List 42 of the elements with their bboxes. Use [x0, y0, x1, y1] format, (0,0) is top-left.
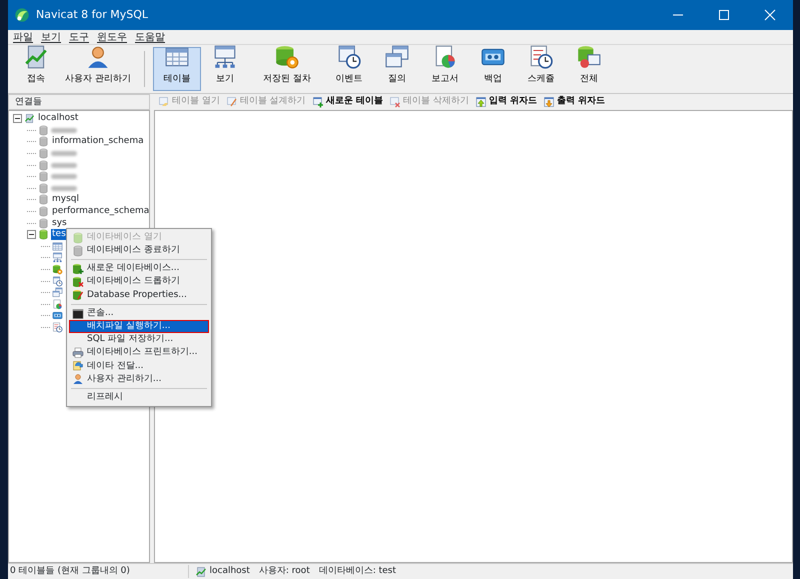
toolbar-button[interactable]: 보기 [201, 47, 249, 91]
toolbar-button[interactable]: 새로운 테이블 [312, 95, 383, 109]
panel-header: 연결들 [8, 94, 150, 110]
toolbar-button[interactable]: 사용자 관리하기 [60, 47, 136, 91]
menu-item[interactable]: 데이타베이스 드롭하기 [69, 276, 209, 289]
toolbar-button[interactable]: 저장된 절차 [249, 47, 325, 91]
toolbar-button[interactable]: 백업 [469, 47, 517, 91]
menu-item[interactable]: Database Properties... [69, 288, 209, 302]
status-text: 0 테이블들 (현재 그룹내의 0) [9, 564, 131, 578]
menu-item[interactable]: 파일 [12, 32, 34, 42]
toolbar-button[interactable]: 테이블 [153, 47, 201, 91]
tree-item[interactable]: localhost [37, 113, 80, 124]
tree-item[interactable]: sys [51, 218, 68, 229]
menu-item[interactable]: 데이타베이스 종료하기 [69, 244, 209, 258]
menu-item[interactable]: 도구 [68, 32, 90, 42]
toolbar-button[interactable]: 스케쥴 [517, 47, 565, 91]
toolbar-button[interactable]: 질의 [373, 47, 421, 91]
menu-item[interactable]: 리프레시 [69, 391, 209, 404]
menu-item[interactable]: 데이타베이스 프린트하기... [69, 346, 209, 360]
toolbar-button[interactable]: 보고서 [421, 47, 469, 91]
toolbar-button[interactable]: 접속 [12, 47, 60, 91]
toolbar-button[interactable]: 출력 위자드 [542, 95, 606, 109]
menu-item[interactable]: 데이타 전달... [69, 360, 209, 373]
status-text: localhost [210, 564, 250, 578]
toolbar-button[interactable]: 입력 위자드 [474, 95, 537, 109]
status-text: 사용자: root [258, 564, 310, 578]
toolbar-button[interactable]: 이벤트 [325, 47, 373, 91]
tree-item[interactable]: information_schema [51, 136, 145, 148]
menu-item[interactable]: 콘솔... [69, 306, 209, 320]
window-title: Navicat 8 for MySQL [36, 6, 148, 23]
tree-item[interactable]: mysql [51, 194, 80, 206]
menu-item[interactable]: 사용자 관리하기... [69, 372, 209, 386]
toolbar-button[interactable]: 전체 [565, 47, 613, 91]
menu-item[interactable]: 도움말 [134, 32, 166, 42]
tree-item[interactable]: performance_schema [51, 206, 150, 218]
menu-item[interactable]: 보기 [40, 32, 62, 42]
status-text: 데이타베이스: test [318, 564, 396, 578]
menu-item[interactable]: SQL 파일 저장하기... [69, 333, 209, 346]
menu-item[interactable]: 배치파일 실행하기... [69, 320, 209, 334]
menu-item[interactable]: 새로운 데이타베이스... [69, 262, 209, 276]
tree-item[interactable]: tes [51, 229, 67, 240]
menu-item[interactable]: 윈도우 [96, 32, 128, 42]
